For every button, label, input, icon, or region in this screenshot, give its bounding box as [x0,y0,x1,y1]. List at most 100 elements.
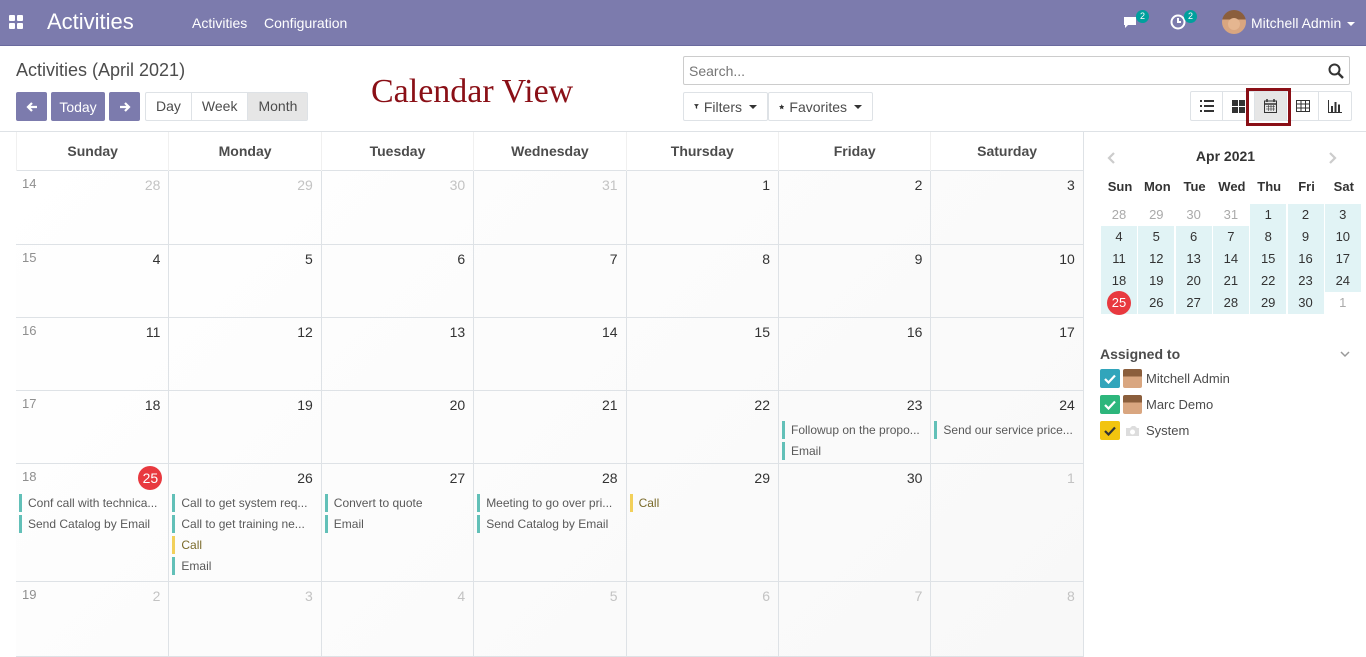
calendar-event[interactable]: Send Catalog by Email [19,515,164,533]
mini-day[interactable]: 2 [1287,204,1324,226]
day-cell[interactable]: 16 [778,318,930,390]
scale-day-button[interactable]: Day [146,93,192,120]
calendar-event[interactable]: Followup on the propo... [782,421,927,439]
day-cell[interactable]: 16 11 [16,318,168,390]
calendar-event[interactable]: Email [172,557,317,575]
mini-day[interactable]: 16 [1287,248,1324,270]
activities-systray[interactable]: 2 [1170,10,1198,33]
day-cell[interactable]: 5 [473,582,625,656]
mini-day[interactable]: 3 [1324,204,1361,226]
day-cell[interactable]: 23 Followup on the propo... Email [778,391,930,463]
day-cell[interactable]: 7 [778,582,930,656]
search-input[interactable] [684,57,1314,84]
mini-day[interactable]: 28 [1101,204,1137,226]
day-cell[interactable]: 24 Send our service price... [930,391,1082,463]
mini-day[interactable]: 1 [1325,292,1361,314]
filters-button[interactable]: Filters [683,92,768,121]
day-cell[interactable]: 2 [778,171,930,244]
day-cell[interactable]: 26 Call to get system req... Call to get t… [168,464,320,581]
mini-day[interactable]: 6 [1175,226,1212,248]
attendee-filter[interactable]: Marc Demo [1100,395,1350,415]
mini-day[interactable]: 11 [1101,248,1137,270]
checkbox[interactable] [1100,395,1120,414]
day-cell[interactable]: 9 [778,245,930,317]
mini-day[interactable]: 13 [1175,248,1212,270]
day-cell[interactable]: 6 [625,582,778,656]
mini-day[interactable]: 1 [1250,204,1287,226]
day-cell[interactable]: 3 [168,582,320,656]
checkbox[interactable] [1100,369,1120,388]
calendar-event[interactable]: Call to get training ne... [172,515,317,533]
mini-day[interactable]: 24 [1324,270,1361,292]
day-cell[interactable]: 12 [168,318,320,390]
search-icon[interactable] [1328,63,1344,79]
mini-day[interactable]: 5 [1138,226,1175,248]
day-cell[interactable]: 8 [930,582,1082,656]
day-cell[interactable]: 18 25 Conf call with technica... Send Catal… [16,464,168,581]
mini-day[interactable]: 17 [1324,248,1361,270]
day-cell[interactable]: 29 Call [625,464,778,581]
mini-day[interactable]: 30 [1287,292,1324,314]
calendar-event[interactable]: Send Catalog by Email [477,515,622,533]
mini-day[interactable]: 21 [1212,270,1249,292]
mini-day[interactable]: 10 [1324,226,1361,248]
today-button[interactable]: Today [51,92,105,121]
user-menu[interactable]: Mitchell Admin [1251,15,1356,31]
day-cell[interactable]: 17 18 [16,391,168,463]
day-cell[interactable]: 5 [168,245,320,317]
menu-activities[interactable]: Activities [192,15,247,31]
calendar-event[interactable]: Convert to quote [324,494,470,512]
mini-day[interactable]: 19 [1138,270,1175,292]
calendar-event[interactable]: Send our service price... [934,421,1079,439]
mini-day[interactable]: 12 [1138,248,1175,270]
checkbox[interactable] [1100,421,1120,440]
pivot-view-button[interactable] [1287,92,1319,120]
user-avatar[interactable] [1222,10,1246,34]
day-cell[interactable]: 8 [625,245,778,317]
attendee-filter[interactable]: Mitchell Admin [1100,369,1350,389]
mini-day[interactable]: 29 [1250,292,1287,314]
menu-configuration[interactable]: Configuration [264,15,347,31]
scale-week-button[interactable]: Week [192,93,249,120]
mini-day[interactable]: 25 [1101,291,1137,315]
attendee-filter[interactable]: System [1100,421,1350,441]
mini-day[interactable]: 23 [1287,270,1324,292]
mini-day[interactable]: 4 [1101,226,1137,248]
calendar-event[interactable]: Email [324,515,470,533]
day-cell[interactable]: 7 [473,245,625,317]
day-cell[interactable]: 27 Convert to quote Email [320,464,473,581]
day-cell[interactable]: 17 [930,318,1082,390]
day-cell[interactable]: 15 4 [16,245,168,317]
mini-day[interactable]: 27 [1175,292,1212,314]
day-cell[interactable]: 4 [320,582,473,656]
day-cell[interactable]: 19 2 [16,582,168,656]
day-cell[interactable]: 20 [320,391,473,463]
mini-day[interactable]: 29 [1138,204,1174,226]
favorites-button[interactable]: Favorites [768,92,873,121]
day-cell[interactable]: 15 [625,318,778,390]
day-cell[interactable]: 30 [778,464,930,581]
mini-day[interactable]: 8 [1250,226,1287,248]
mini-day[interactable]: 15 [1250,248,1287,270]
day-cell[interactable]: 31 [473,171,625,244]
day-cell[interactable]: 13 [320,318,473,390]
mini-day[interactable]: 26 [1138,292,1175,314]
calendar-event[interactable]: Call to get system req... [172,494,317,512]
day-cell[interactable]: 3 [930,171,1082,244]
day-cell[interactable]: 1 [930,464,1082,581]
calendar-event[interactable]: Conf call with technica... [19,494,164,512]
chevron-down-icon[interactable] [1340,350,1350,358]
calendar-event[interactable]: Email [782,442,927,460]
mini-day[interactable]: 28 [1212,292,1249,314]
mini-day[interactable]: 20 [1175,270,1212,292]
mini-day[interactable]: 18 [1101,270,1137,292]
previous-button[interactable] [16,92,47,121]
mini-day[interactable]: 31 [1213,204,1249,226]
day-cell[interactable]: 22 [625,391,778,463]
graph-view-button[interactable] [1319,92,1351,120]
day-cell[interactable]: 10 [930,245,1082,317]
mini-day[interactable]: 22 [1250,270,1287,292]
day-cell[interactable]: 21 [473,391,625,463]
day-cell[interactable]: 29 [168,171,320,244]
calendar-event[interactable]: Meeting to go over pri... [477,494,622,512]
